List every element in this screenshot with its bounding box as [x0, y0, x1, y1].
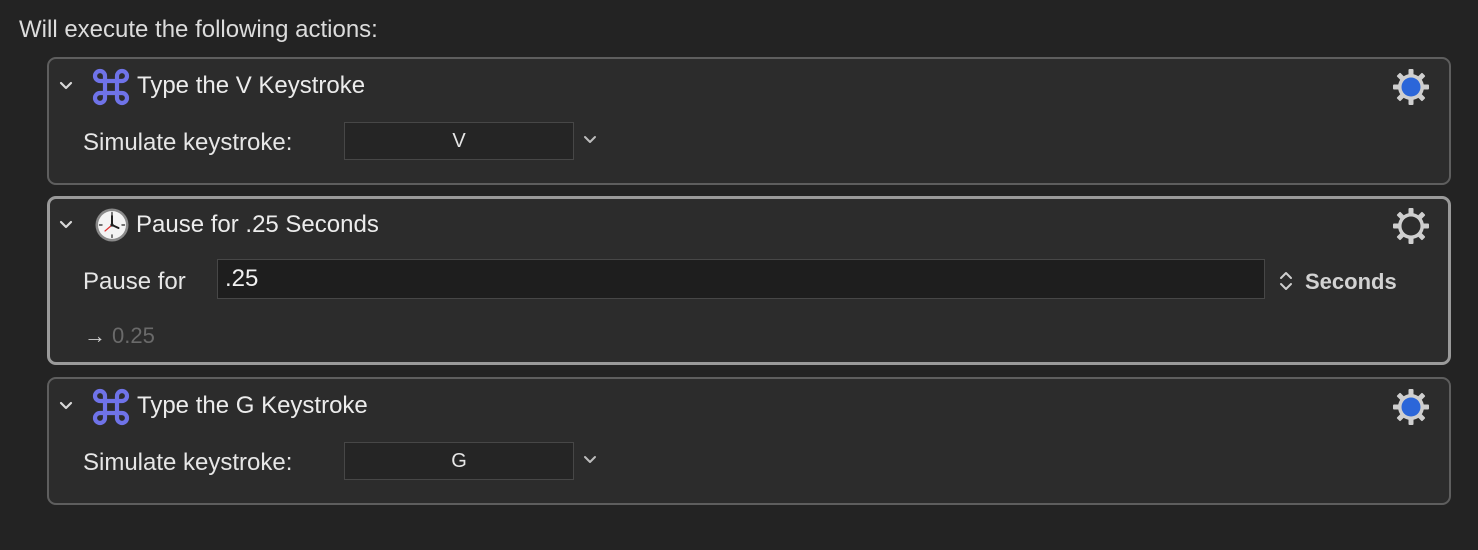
action-title: Type the V Keystroke: [137, 72, 366, 99]
action-type-v-keystroke[interactable]: Type the V Keystroke Simulate keystroke:…: [47, 57, 1451, 185]
simulate-keystroke-label: Simulate keystroke:: [83, 129, 293, 156]
result-value: 0.25: [112, 323, 155, 348]
units-label: Seconds: [1305, 269, 1397, 294]
evaluated-result: → 0.25: [84, 323, 155, 349]
disclosure-chevron-icon[interactable]: [57, 397, 75, 415]
chevron-down-icon[interactable]: [581, 451, 599, 469]
disclosure-chevron-icon[interactable]: [57, 77, 75, 95]
keystroke-field[interactable]: G: [344, 442, 574, 480]
gear-icon[interactable]: [1391, 387, 1431, 427]
keystroke-field[interactable]: V: [344, 122, 574, 160]
disclosure-chevron-icon[interactable]: [57, 216, 75, 234]
actions-heading: Will execute the following actions:: [19, 16, 378, 43]
simulate-keystroke-label: Simulate keystroke:: [83, 449, 293, 476]
action-title: Type the G Keystroke: [137, 392, 368, 419]
action-header: Pause for .25 Seconds: [50, 199, 1448, 255]
pause-for-label: Pause for: [83, 268, 186, 295]
action-header: Type the G Keystroke: [49, 379, 1449, 435]
chevron-down-icon[interactable]: [581, 131, 599, 149]
gear-icon[interactable]: [1391, 67, 1431, 107]
command-key-icon: [92, 68, 130, 106]
action-type-g-keystroke[interactable]: Type the G Keystroke Simulate keystroke:…: [47, 377, 1451, 505]
action-pause[interactable]: Pause for .25 Seconds Pause for .25 Seco…: [47, 196, 1451, 365]
clock-icon: [95, 208, 129, 242]
units-popup[interactable]: Seconds: [1278, 269, 1428, 294]
action-title: Pause for .25 Seconds: [136, 211, 379, 238]
gear-icon[interactable]: [1391, 206, 1431, 246]
up-down-chevron-icon: [1280, 272, 1292, 290]
command-key-icon: [92, 388, 130, 426]
result-arrow-icon: →: [84, 323, 106, 348]
pause-duration-input[interactable]: .25: [217, 259, 1265, 299]
action-header: Type the V Keystroke: [49, 59, 1449, 115]
